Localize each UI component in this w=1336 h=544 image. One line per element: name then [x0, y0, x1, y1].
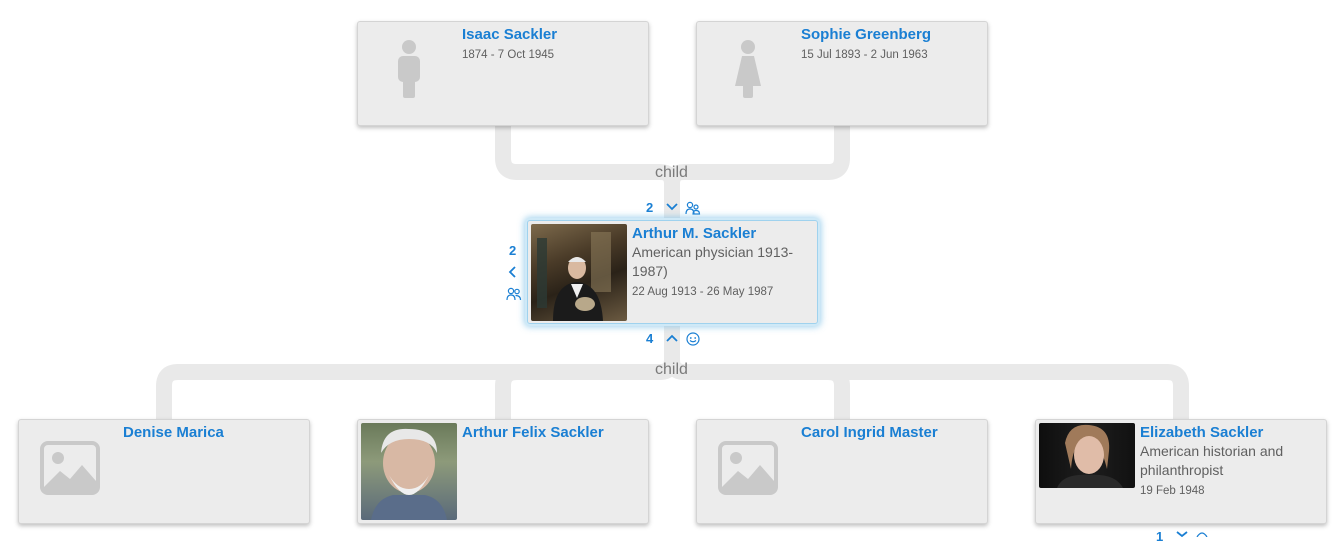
portrait-photo	[1039, 423, 1135, 488]
children-count[interactable]: 4	[646, 332, 653, 346]
male-silhouette-icon	[398, 40, 420, 98]
portrait-photo	[531, 224, 627, 321]
person-name[interactable]: Sophie Greenberg	[801, 26, 931, 44]
person-name[interactable]: Elizabeth Sackler	[1140, 424, 1263, 442]
person-card-child[interactable]: Elizabeth Sackler American historian and…	[1035, 419, 1327, 524]
image-placeholder-icon	[718, 441, 778, 495]
person-description: American historian and philanthropist	[1140, 443, 1284, 478]
person-dates: 22 Aug 1913 - 26 May 1987	[632, 286, 774, 298]
child-face-icon[interactable]	[1195, 531, 1209, 537]
spouses-icon[interactable]	[506, 287, 522, 301]
person-card-child[interactable]: Arthur Felix Sackler	[357, 419, 649, 524]
person-name[interactable]: Arthur M. Sackler	[632, 225, 756, 243]
person-card-mother[interactable]: Sophie Greenberg 15 Jul 1893 - 2 Jun 196…	[696, 21, 988, 126]
female-silhouette-icon	[735, 40, 761, 98]
chevron-down-icon[interactable]	[1175, 531, 1189, 537]
children-count[interactable]: 1	[1156, 530, 1163, 544]
person-dates: 1874 - 7 Oct 1945	[462, 49, 555, 61]
parents-child-label: child	[655, 164, 688, 181]
parents-count[interactable]: 2	[646, 201, 653, 215]
person-card-focus[interactable]: Arthur M. Sackler American physician 191…	[527, 220, 818, 324]
chevron-down-icon[interactable]	[665, 201, 679, 213]
person-dates: 19 Feb 1948	[1140, 485, 1205, 497]
spouses-count[interactable]: 2	[509, 244, 516, 258]
person-card-father[interactable]: Isaac Sackler 1874 - 7 Oct 1945	[357, 21, 649, 126]
chevron-left-icon[interactable]	[507, 265, 519, 279]
person-description: American physician 1913-1987)	[632, 244, 794, 279]
person-card-child[interactable]: Carol Ingrid Master	[696, 419, 988, 524]
portrait-photo	[361, 423, 457, 520]
parents-icon[interactable]	[685, 201, 701, 215]
person-name[interactable]: Carol Ingrid Master	[801, 424, 938, 442]
chevron-up-icon[interactable]	[665, 332, 679, 344]
child-face-icon[interactable]	[685, 332, 701, 346]
person-card-child[interactable]: Denise Marica	[18, 419, 310, 524]
image-placeholder-icon	[40, 441, 100, 495]
person-name[interactable]: Isaac Sackler	[462, 26, 557, 44]
children-child-label: child	[655, 361, 688, 378]
person-name[interactable]: Arthur Felix Sackler	[462, 424, 604, 442]
person-dates: 15 Jul 1893 - 2 Jun 1963	[801, 49, 928, 61]
person-name[interactable]: Denise Marica	[123, 424, 224, 442]
